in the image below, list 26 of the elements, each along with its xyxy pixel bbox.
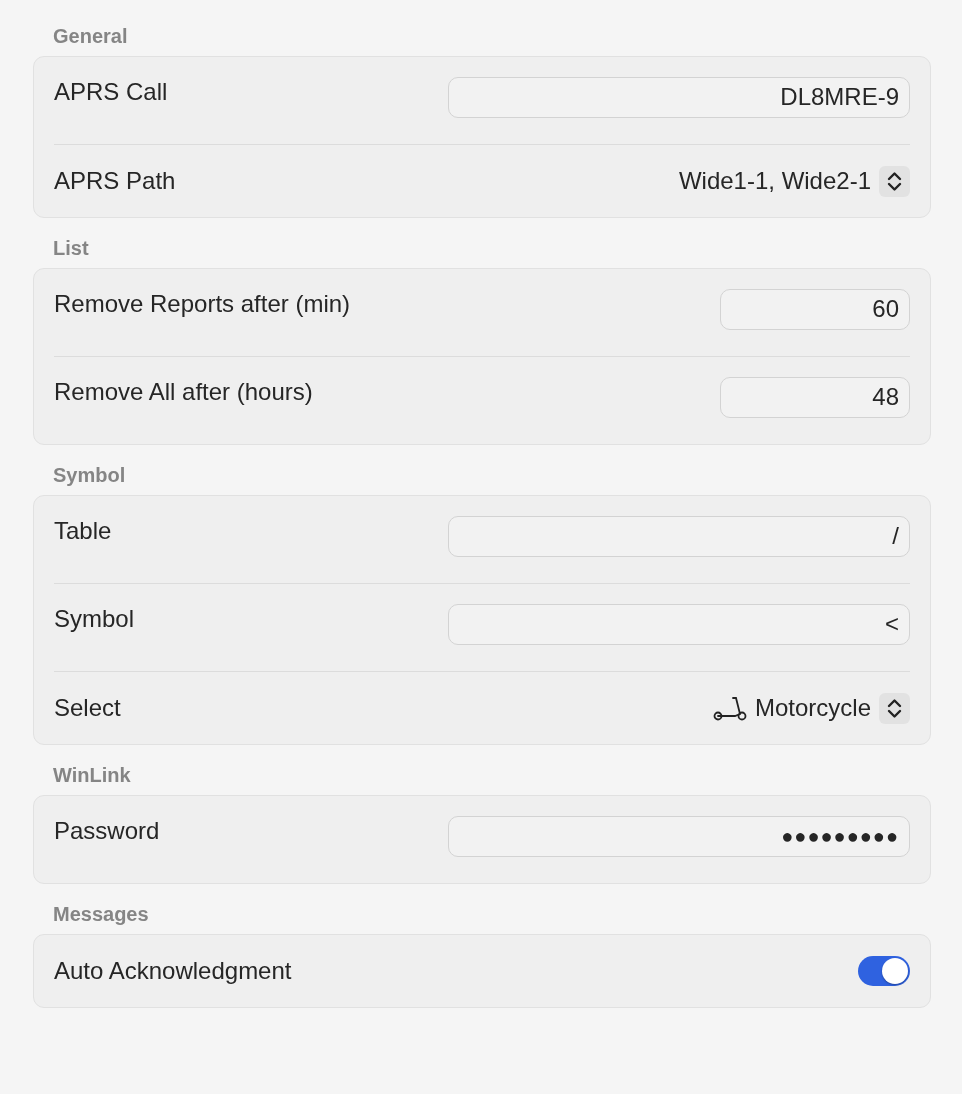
popup-value[interactable]: Motorcycle [754,690,871,726]
input-field[interactable]: 60 [720,289,910,330]
setting-label: APRS Path [54,167,176,195]
section-heading: WinLink [53,765,132,785]
setting-label: Select [54,694,121,722]
stepper-icon[interactable] [879,165,910,197]
input-field[interactable]: < [448,604,910,645]
input-field[interactable]: / [448,516,910,557]
setting-label: Table [54,518,112,545]
scooter-icon [712,695,747,721]
toggle-switch[interactable] [858,956,910,986]
input-field[interactable]: 48 [720,377,910,418]
setting-label: APRS Call [54,79,168,106]
input-field[interactable]: DL8MRE-9 [448,77,910,118]
password-field[interactable]: ●●●●●●●●● [448,816,910,857]
section-heading: List [53,238,90,258]
section-heading: Symbol [53,465,127,485]
stepper-icon[interactable] [879,692,910,724]
setting-label: Symbol [54,606,135,633]
section-heading: General [53,26,129,46]
setting-label: Auto Acknowledgment [54,957,292,985]
setting-label: Remove Reports after (min) [54,291,351,318]
popup-value[interactable]: Wide1-1, Wide2-1 [678,163,871,199]
setting-label: Remove All after (hours) [54,379,313,406]
section-heading: Messages [53,904,150,924]
setting-label: Password [54,818,160,845]
